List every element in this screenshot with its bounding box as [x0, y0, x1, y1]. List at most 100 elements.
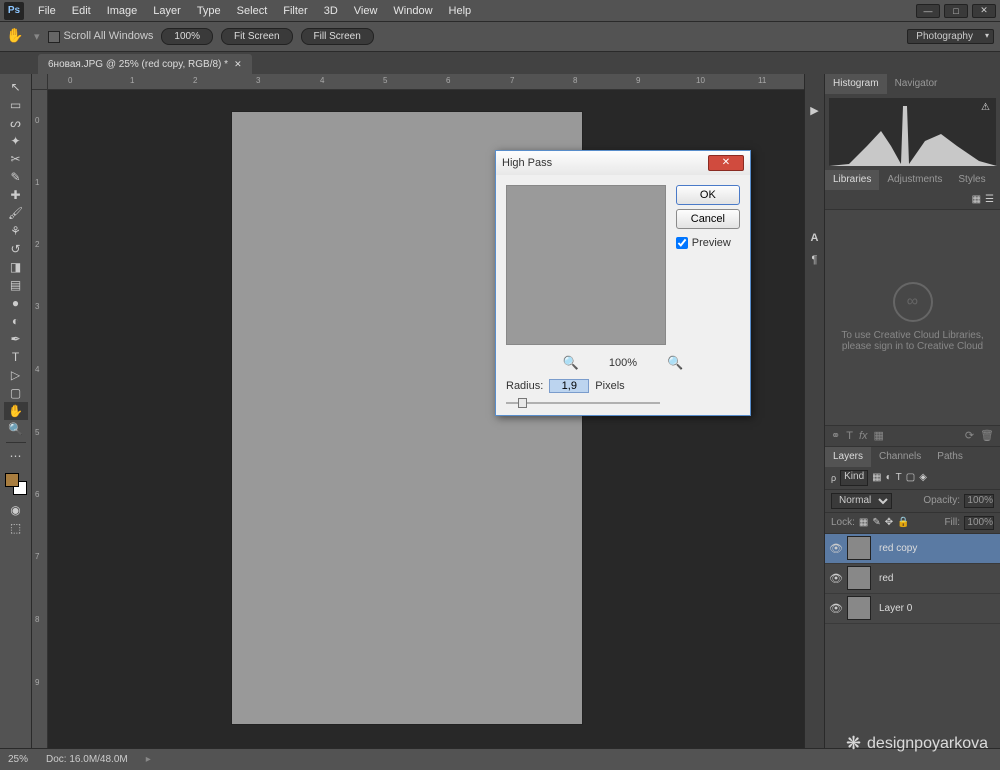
- menu-view[interactable]: View: [346, 0, 386, 22]
- visibility-icon[interactable]: 👁: [829, 602, 843, 615]
- opacity-input[interactable]: [964, 494, 994, 508]
- radius-slider[interactable]: [496, 397, 750, 415]
- window-close[interactable]: ✕: [972, 4, 996, 18]
- blur-tool[interactable]: ●: [4, 294, 28, 312]
- status-doc-size[interactable]: Doc: 16.0M/48.0M: [46, 754, 128, 765]
- screen-mode[interactable]: ⬚: [4, 519, 28, 537]
- layer-name[interactable]: red copy: [879, 543, 917, 554]
- dialog-preview[interactable]: [506, 185, 666, 345]
- eraser-tool[interactable]: ◨: [4, 258, 28, 276]
- crop-tool[interactable]: ✂: [4, 150, 28, 168]
- type-icon[interactable]: T: [846, 430, 853, 442]
- color-swatches[interactable]: [5, 473, 27, 495]
- link-icon[interactable]: ⚭: [831, 429, 840, 442]
- ok-button[interactable]: OK: [676, 185, 740, 205]
- stamp-tool[interactable]: ⚘: [4, 222, 28, 240]
- menu-type[interactable]: Type: [189, 0, 229, 22]
- zoom-out-icon[interactable]: 🔍: [563, 355, 579, 371]
- tab-layers[interactable]: Layers: [825, 447, 871, 467]
- layer-thumbnail[interactable]: [847, 566, 871, 590]
- window-minimize[interactable]: —: [916, 4, 940, 18]
- menu-select[interactable]: Select: [229, 0, 276, 22]
- visibility-icon[interactable]: 👁: [829, 542, 843, 555]
- dialog-close-button[interactable]: ✕: [708, 155, 744, 171]
- menu-3d[interactable]: 3D: [316, 0, 346, 22]
- menu-window[interactable]: Window: [385, 0, 440, 22]
- zoom-100-button[interactable]: 100%: [161, 28, 213, 45]
- fx-icon[interactable]: fx: [859, 430, 868, 442]
- lock-pixels-icon[interactable]: ✎: [872, 517, 880, 528]
- fit-screen-button[interactable]: Fit Screen: [221, 28, 293, 45]
- lock-position-icon[interactable]: ✥: [885, 517, 893, 528]
- filter-smart-icon[interactable]: ◈: [919, 472, 927, 483]
- tab-close-icon[interactable]: ✕: [234, 59, 242, 70]
- tab-channels[interactable]: Channels: [871, 447, 929, 467]
- tab-libraries[interactable]: Libraries: [825, 170, 879, 190]
- layer-name[interactable]: Layer 0: [879, 603, 912, 614]
- layer-kind-select[interactable]: Kind: [840, 470, 868, 486]
- ruler-horizontal[interactable]: 01 23 45 67 89 1011: [48, 74, 804, 90]
- lock-all-icon[interactable]: 🔒: [897, 517, 909, 528]
- menu-layer[interactable]: Layer: [145, 0, 189, 22]
- type-tool[interactable]: T: [4, 348, 28, 366]
- zoom-tool[interactable]: 🔍: [4, 420, 28, 438]
- status-zoom[interactable]: 25%: [8, 754, 28, 765]
- zoom-in-icon[interactable]: 🔍: [667, 355, 683, 371]
- layer-name[interactable]: red: [879, 573, 893, 584]
- lasso-tool[interactable]: ᔕ: [4, 114, 28, 132]
- filter-pixel-icon[interactable]: ▦: [872, 472, 881, 483]
- sync-icon[interactable]: ⟳: [965, 429, 974, 442]
- menu-image[interactable]: Image: [99, 0, 146, 22]
- edit-toolbar[interactable]: ⋯: [4, 447, 28, 465]
- layer-row[interactable]: 👁 red copy: [825, 534, 1000, 564]
- layer-row[interactable]: 👁 Layer 0: [825, 594, 1000, 624]
- magic-wand-tool[interactable]: ✦: [4, 132, 28, 150]
- tab-paths[interactable]: Paths: [929, 447, 971, 467]
- slider-thumb[interactable]: [518, 398, 527, 408]
- dodge-tool[interactable]: ◐: [4, 312, 28, 330]
- filter-shape-icon[interactable]: ▢: [906, 472, 915, 483]
- eyedropper-tool[interactable]: ✎: [4, 168, 28, 186]
- thumb-view-icon[interactable]: ▦: [972, 194, 981, 205]
- layer-thumbnail[interactable]: [847, 536, 871, 560]
- menu-filter[interactable]: Filter: [275, 0, 315, 22]
- paragraph-icon[interactable]: ¶: [807, 254, 823, 270]
- layer-row[interactable]: 👁 red: [825, 564, 1000, 594]
- preview-checkbox[interactable]: [676, 237, 688, 249]
- visibility-icon[interactable]: 👁: [829, 572, 843, 585]
- menu-help[interactable]: Help: [441, 0, 480, 22]
- trash-icon[interactable]: 🗑: [980, 429, 994, 442]
- hand-tool[interactable]: ✋: [4, 402, 28, 420]
- tab-histogram[interactable]: Histogram: [825, 74, 887, 94]
- healing-tool[interactable]: ✚: [4, 186, 28, 204]
- window-maximize[interactable]: □: [944, 4, 968, 18]
- marquee-tool[interactable]: ▭: [4, 96, 28, 114]
- workspace-selector[interactable]: Photography ▾: [907, 29, 994, 44]
- layer-thumbnail[interactable]: [847, 596, 871, 620]
- tab-adjustments[interactable]: Adjustments: [879, 170, 950, 190]
- tab-navigator[interactable]: Navigator: [887, 74, 946, 94]
- history-brush-tool[interactable]: ↺: [4, 240, 28, 258]
- character-icon[interactable]: A: [807, 232, 823, 248]
- blend-mode-select[interactable]: Normal: [831, 493, 892, 509]
- fill-input[interactable]: [964, 516, 994, 530]
- filter-type-icon[interactable]: T: [896, 472, 902, 483]
- quick-mask[interactable]: ◉: [4, 501, 28, 519]
- document-tab[interactable]: 6новая.JPG @ 25% (red copy, RGB/8) * ✕: [38, 54, 252, 74]
- path-select-tool[interactable]: ▷: [4, 366, 28, 384]
- menu-edit[interactable]: Edit: [64, 0, 99, 22]
- ruler-origin[interactable]: [32, 74, 48, 90]
- pen-tool[interactable]: ✒: [4, 330, 28, 348]
- fill-layer-icon[interactable]: ▦: [874, 429, 884, 442]
- menu-file[interactable]: File: [30, 0, 64, 22]
- ruler-vertical[interactable]: 01 23 45 67 89: [32, 90, 48, 748]
- scroll-all-checkbox[interactable]: [48, 31, 60, 43]
- tab-styles[interactable]: Styles: [950, 170, 993, 190]
- shape-tool[interactable]: ▢: [4, 384, 28, 402]
- radius-input[interactable]: [549, 379, 589, 393]
- preview-checkbox-row[interactable]: Preview: [676, 237, 740, 249]
- lock-trans-icon[interactable]: ▦: [859, 517, 868, 528]
- filter-adjust-icon[interactable]: ◐: [886, 472, 892, 483]
- play-icon[interactable]: ▶: [807, 104, 823, 120]
- cancel-button[interactable]: Cancel: [676, 209, 740, 229]
